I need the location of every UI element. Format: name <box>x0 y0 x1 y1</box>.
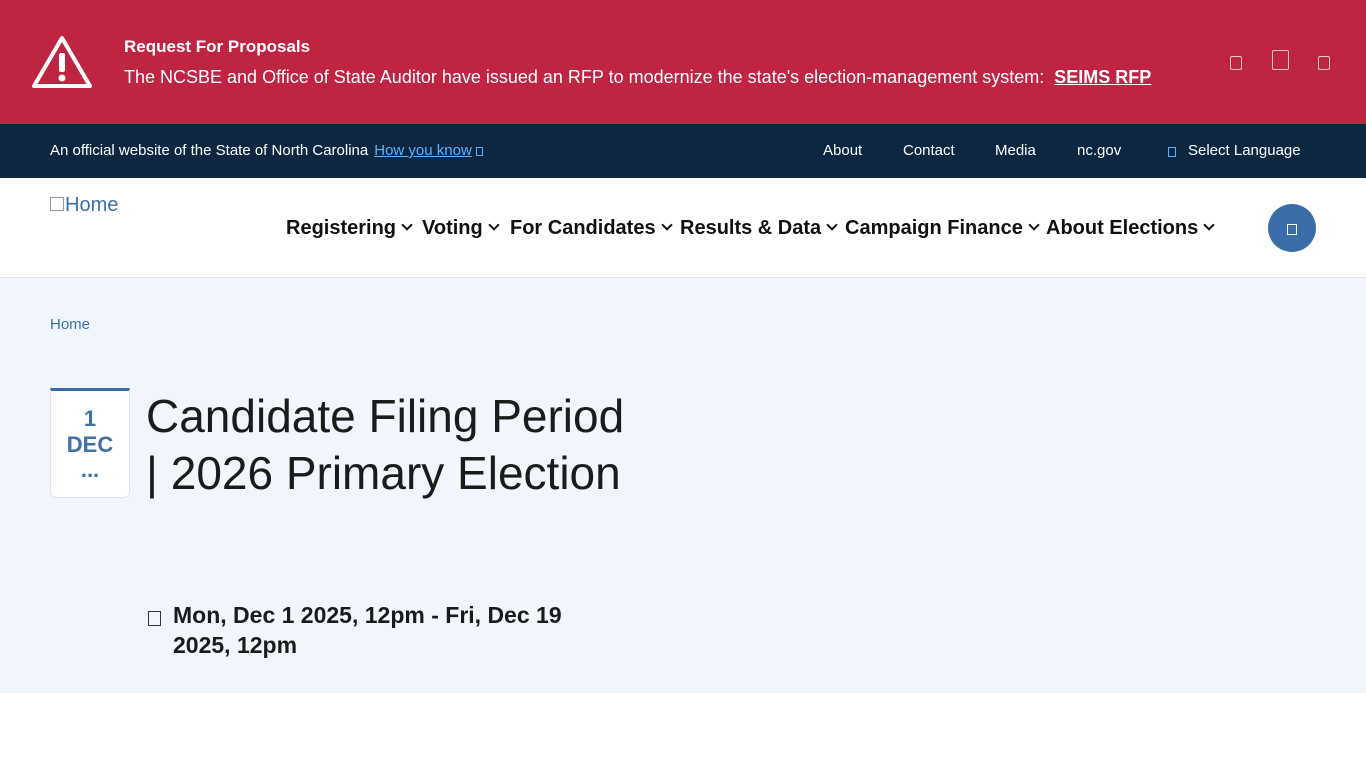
seims-rfp-link[interactable]: SEIMS RFP <box>1054 67 1151 87</box>
event-date-badge: 1 DEC ... <box>50 388 130 498</box>
chevron-down-icon <box>826 219 838 231</box>
official-notice-text: An official website of the State of Nort… <box>50 142 369 159</box>
chevron-down-icon <box>401 219 413 231</box>
nav-campaign-finance[interactable]: Campaign Finance <box>845 216 1040 240</box>
event-day: 1 <box>83 406 97 431</box>
next-icon <box>1318 56 1330 70</box>
previous-icon <box>1230 56 1242 70</box>
official-site-bar: An official website of the State of Nort… <box>0 124 1366 178</box>
nav-registering-label: Registering <box>286 217 397 239</box>
alert-title: Request For Proposals <box>124 37 311 56</box>
how-you-know-label: How you know <box>374 142 472 159</box>
nav-about-elections-label: About Elections <box>1046 217 1199 239</box>
alert-message: The NCSBE and Office of State Auditor ha… <box>124 66 1151 88</box>
chevron-down-icon <box>475 147 483 156</box>
utility-link-ncgov[interactable]: nc.gov <box>1077 143 1121 159</box>
broken-image-icon <box>50 197 64 211</box>
page-title: Candidate Filing Period | 2026 Primary E… <box>146 390 625 499</box>
nav-about-elections[interactable]: About Elections <box>1046 216 1215 240</box>
pause-icon <box>1271 50 1289 70</box>
globe-icon <box>1168 147 1176 157</box>
chevron-down-icon <box>660 219 673 231</box>
calendar-icon <box>148 611 161 626</box>
utility-link-contact[interactable]: Contact <box>903 143 955 159</box>
site-header: Home Registering Voting For Candidates R… <box>0 178 1366 278</box>
language-label: Select Language <box>1188 142 1301 159</box>
event-more-dates: ... <box>80 457 100 482</box>
chevron-down-icon <box>1203 219 1215 231</box>
nav-voting[interactable]: Voting <box>422 216 500 240</box>
utility-link-about[interactable]: About <box>823 143 862 159</box>
chevron-down-icon <box>488 219 500 231</box>
official-notice: An official website of the State of Nort… <box>50 143 483 159</box>
pause-alert-button[interactable] <box>1269 50 1291 74</box>
event-hero: Home 1 DEC ... Candidate Filing Period |… <box>0 278 1366 693</box>
logo-alt-text: Home <box>65 194 119 216</box>
nav-results-data-label: Results & Data <box>680 217 822 239</box>
how-you-know-link[interactable]: How you know <box>374 142 483 159</box>
chevron-down-icon <box>1028 219 1040 231</box>
nav-voting-label: Voting <box>422 217 483 239</box>
nav-registering[interactable]: Registering <box>286 216 413 240</box>
nav-campaign-finance-label: Campaign Finance <box>845 217 1023 239</box>
next-alert-button[interactable] <box>1313 52 1335 76</box>
alert-body-text: The NCSBE and Office of State Auditor ha… <box>124 67 1045 87</box>
nav-for-candidates-label: For Candidates <box>510 217 656 239</box>
previous-alert-button[interactable] <box>1225 52 1247 76</box>
breadcrumb-home[interactable]: Home <box>50 317 90 333</box>
search-icon <box>1287 224 1297 235</box>
event-month: DEC <box>66 432 114 457</box>
home-logo-link[interactable]: Home <box>50 193 118 217</box>
event-date-range: Mon, Dec 1 2025, 12pm - Fri, Dec 19 2025… <box>173 602 562 658</box>
language-selector[interactable]: Select Language <box>1168 143 1301 159</box>
alert-banner: Request For Proposals The NCSBE and Offi… <box>0 0 1366 124</box>
nav-results-data[interactable]: Results & Data <box>680 216 838 240</box>
utility-link-media[interactable]: Media <box>995 143 1036 159</box>
warning-icon <box>32 36 92 88</box>
nav-for-candidates[interactable]: For Candidates <box>510 216 673 240</box>
search-button[interactable] <box>1268 204 1316 252</box>
